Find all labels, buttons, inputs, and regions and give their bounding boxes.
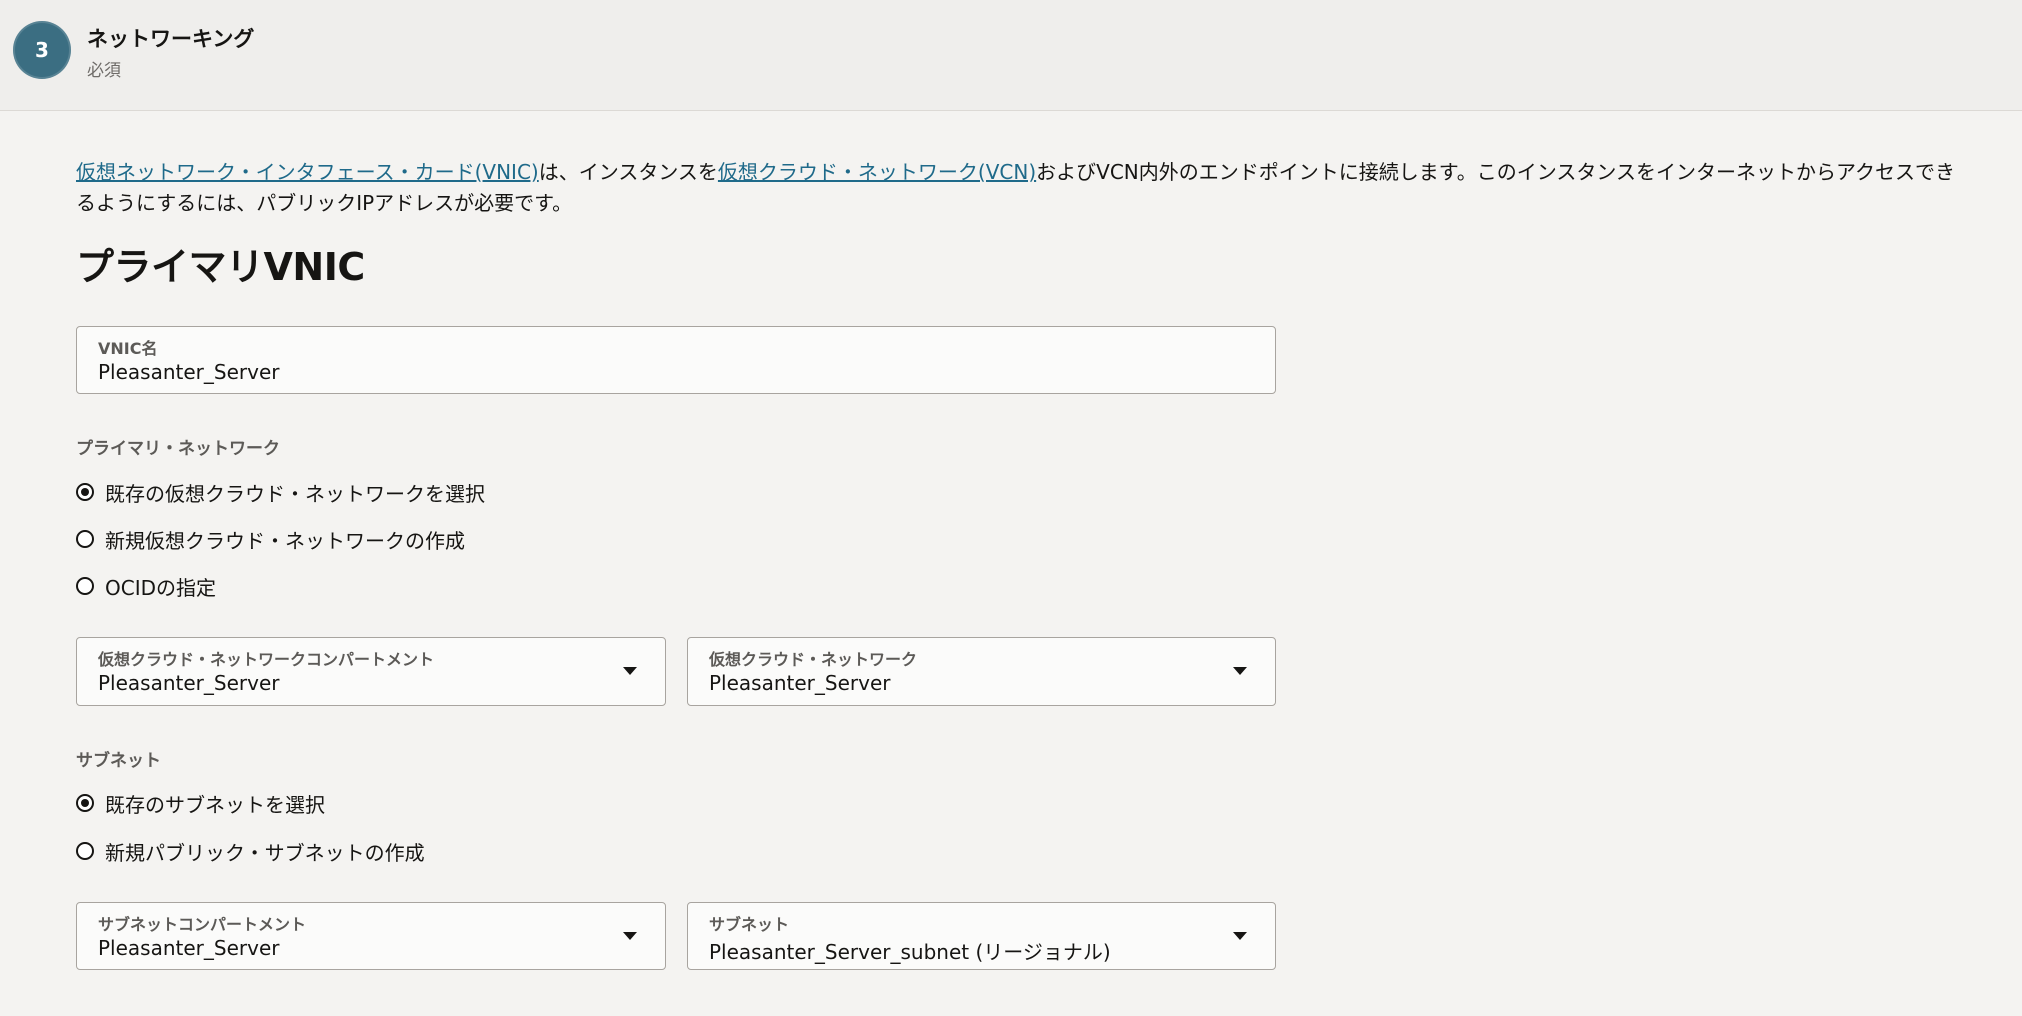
chevron-down-icon[interactable] (623, 932, 637, 940)
chevron-down-icon[interactable] (1233, 932, 1247, 940)
radio-button-checked[interactable] (76, 483, 94, 501)
vnic-name-label: VNIC名 (98, 339, 158, 358)
radio-ocid[interactable]: OCIDの指定 (76, 572, 216, 600)
radio-existing-vcn[interactable]: 既存の仮想クラウド・ネットワークを選択 (76, 478, 485, 506)
intro-text-part-1: は、インスタンスを (538, 160, 718, 184)
chevron-down-icon[interactable] (623, 667, 637, 675)
vcn-compartment-select[interactable]: 仮想クラウド・ネットワークコンパートメント Pleasanter_Server (76, 637, 666, 706)
primary-network-label: プライマリ・ネットワーク (76, 439, 280, 459)
subnet-compartment-label: サブネットコンパートメント (98, 915, 307, 934)
radio-button[interactable] (76, 530, 94, 548)
subnet-value: Pleasanter_Server_subnet (リージョナル) (709, 940, 1111, 964)
radio-new-vcn-label: 新規仮想クラウド・ネットワークの作成 (105, 528, 465, 553)
subnet-label: サブネット (709, 915, 790, 934)
chevron-down-icon[interactable] (1233, 667, 1247, 675)
radio-new-public-subnet[interactable]: 新規パブリック・サブネットの作成 (76, 837, 425, 865)
vcn-select[interactable]: 仮想クラウド・ネットワーク Pleasanter_Server (687, 637, 1276, 706)
radio-new-vcn[interactable]: 新規仮想クラウド・ネットワークの作成 (76, 525, 465, 553)
vcn-help-link[interactable]: 仮想クラウド・ネットワーク(VCN) (718, 160, 1036, 184)
radio-existing-subnet-label: 既存のサブネットを選択 (105, 792, 325, 817)
step-required-label: 必須 (87, 61, 121, 81)
vcn-label: 仮想クラウド・ネットワーク (709, 650, 918, 669)
step-title: ネットワーキング (87, 27, 255, 51)
vnic-name-value[interactable]: Pleasanter_Server (98, 360, 279, 384)
radio-existing-subnet[interactable]: 既存のサブネットを選択 (76, 789, 325, 817)
intro-text: 仮想ネットワーク・インタフェース・カード(VNIC)は、インスタンスを仮想クラウ… (76, 157, 1956, 219)
vcn-compartment-value: Pleasanter_Server (98, 671, 280, 695)
radio-button-checked[interactable] (76, 794, 94, 812)
subnet-select[interactable]: サブネット Pleasanter_Server_subnet (リージョナル) (687, 902, 1276, 970)
vcn-value: Pleasanter_Server (709, 671, 891, 695)
subnet-compartment-value: Pleasanter_Server (98, 936, 280, 960)
step-header: 3 ネットワーキング 必須 (0, 0, 2022, 111)
radio-button[interactable] (76, 842, 94, 860)
radio-existing-vcn-label: 既存の仮想クラウド・ネットワークを選択 (105, 481, 485, 506)
radio-button[interactable] (76, 577, 94, 595)
subnet-section-label: サブネット (76, 751, 161, 771)
step-number-badge: 3 (13, 21, 71, 79)
primary-vnic-heading: プライマリVNIC (76, 245, 365, 289)
radio-new-public-subnet-label: 新規パブリック・サブネットの作成 (105, 840, 425, 865)
vcn-compartment-label: 仮想クラウド・ネットワークコンパートメント (98, 650, 435, 669)
subnet-compartment-select[interactable]: サブネットコンパートメント Pleasanter_Server (76, 902, 666, 970)
vnic-help-link[interactable]: 仮想ネットワーク・インタフェース・カード(VNIC) (76, 160, 539, 184)
vnic-name-field[interactable]: VNIC名 Pleasanter_Server (76, 326, 1276, 394)
radio-ocid-label: OCIDの指定 (105, 575, 217, 600)
